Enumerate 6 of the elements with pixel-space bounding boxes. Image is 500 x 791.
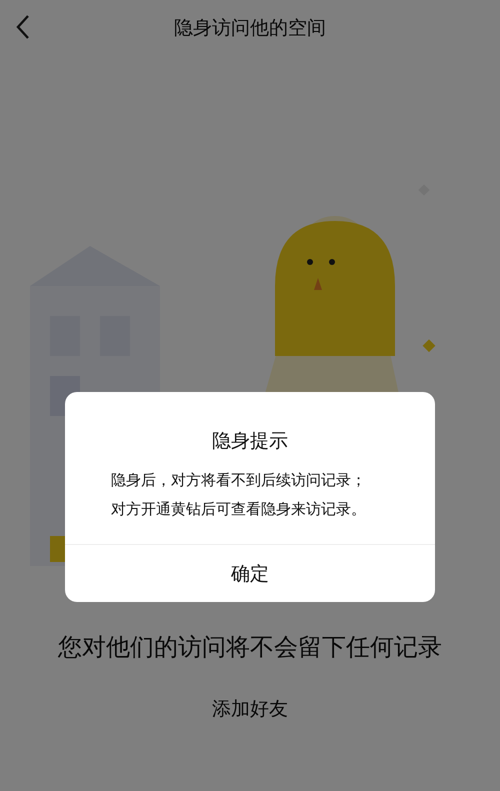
- add-friend-button[interactable]: 添加好友: [202, 692, 298, 726]
- page-title: 隐身访问他的空间: [174, 16, 326, 41]
- confirm-button[interactable]: 确定: [65, 544, 435, 602]
- dialog-message: 隐身后，对方将看不到后续访问记录；对方开通黄钻后可查看隐身来访记录。: [110, 470, 367, 520]
- page-heading: 您对他们的访问将不会留下任何记录: [57, 632, 443, 663]
- dialog-title: 隐身提示: [211, 429, 289, 454]
